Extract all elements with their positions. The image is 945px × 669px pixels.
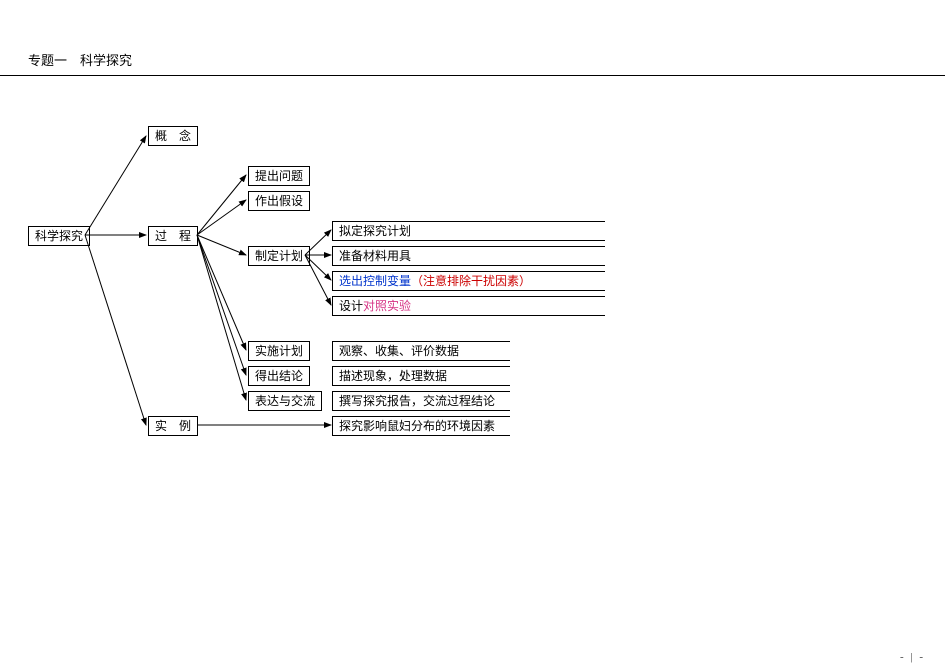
node-express-desc-label: 撰写探究报告，交流过程结论	[339, 394, 495, 408]
node-express-desc: 撰写探究报告，交流过程结论	[332, 391, 510, 411]
node-conclusion-label: 得出结论	[255, 369, 303, 383]
node-implement-label: 实施计划	[255, 344, 303, 358]
node-conclusion: 得出结论	[248, 366, 310, 386]
node-root-label: 科学探究	[35, 229, 83, 243]
node-plan-control-b: （注意排除干扰因素）	[411, 274, 531, 288]
node-concept-label: 概 念	[155, 129, 191, 143]
node-plan-control: 选出控制变量（注意排除干扰因素）	[332, 271, 605, 291]
node-question: 提出问题	[248, 166, 310, 186]
node-plan-control-a: 选出控制变量	[339, 274, 411, 288]
node-plan-prepare-label: 准备材料用具	[339, 249, 411, 263]
page-header: 专题一 科学探究	[0, 0, 945, 76]
node-plan-draft-label: 拟定探究计划	[339, 224, 411, 238]
page-title: 专题一 科学探究	[28, 53, 132, 68]
node-plan-design-b: 对照实验	[363, 299, 411, 313]
node-conclusion-desc: 描述现象，处理数据	[332, 366, 510, 386]
node-process-label: 过 程	[155, 229, 191, 243]
node-example-desc-label: 探究影响鼠妇分布的环境因素	[339, 419, 495, 433]
node-implement: 实施计划	[248, 341, 310, 361]
node-plan: 制定计划	[248, 246, 310, 266]
node-example: 实 例	[148, 416, 198, 436]
node-process: 过 程	[148, 226, 198, 246]
node-plan-draft: 拟定探究计划	[332, 221, 605, 241]
node-hypothesis-label: 作出假设	[255, 194, 303, 208]
node-plan-prepare: 准备材料用具	[332, 246, 605, 266]
node-example-desc: 探究影响鼠妇分布的环境因素	[332, 416, 510, 436]
node-implement-desc-label: 观察、收集、评价数据	[339, 344, 459, 358]
node-plan-design-a: 设计	[339, 299, 363, 313]
node-implement-desc: 观察、收集、评价数据	[332, 341, 510, 361]
node-hypothesis: 作出假设	[248, 191, 310, 211]
node-express: 表达与交流	[248, 391, 322, 411]
node-plan-design: 设计对照实验	[332, 296, 605, 316]
node-concept: 概 念	[148, 126, 198, 146]
node-example-label: 实 例	[155, 419, 191, 433]
node-question-label: 提出问题	[255, 169, 303, 183]
node-express-label: 表达与交流	[255, 394, 315, 408]
page-footer: - | -	[900, 651, 925, 663]
node-conclusion-desc-label: 描述现象，处理数据	[339, 369, 447, 383]
node-root: 科学探究	[28, 226, 90, 246]
node-plan-label: 制定计划	[255, 249, 303, 263]
